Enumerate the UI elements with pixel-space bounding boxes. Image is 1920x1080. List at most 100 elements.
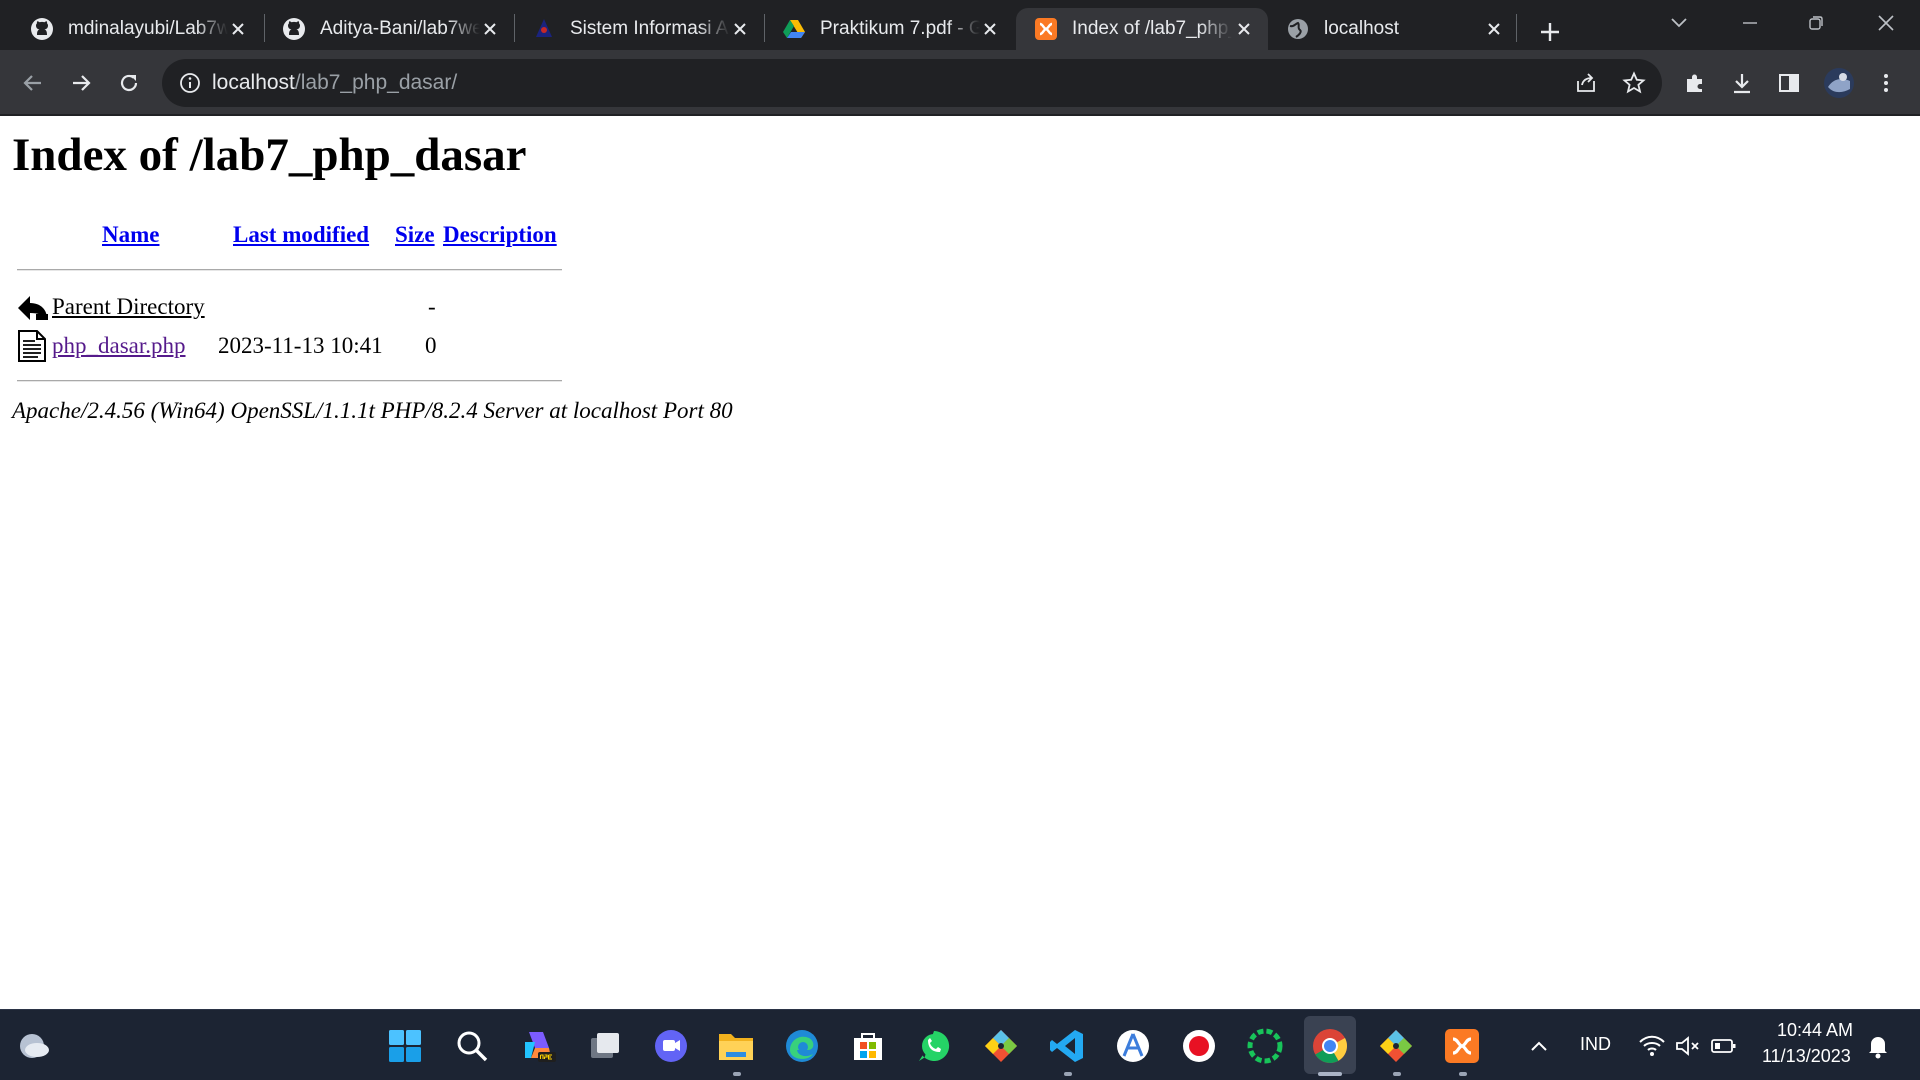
campus-logo-icon bbox=[532, 17, 556, 41]
row-size: - bbox=[428, 294, 436, 319]
profile-avatar[interactable] bbox=[1821, 65, 1857, 101]
start-icon[interactable] bbox=[385, 1026, 425, 1066]
close-icon[interactable] bbox=[1484, 19, 1504, 39]
tab-github-lab7web[interactable]: mdinalayubi/Lab7web bbox=[12, 8, 262, 50]
minimize-button[interactable] bbox=[1730, 8, 1770, 38]
weather-icon[interactable] bbox=[14, 1026, 54, 1066]
close-icon[interactable] bbox=[480, 19, 500, 39]
running-indicator bbox=[1459, 1072, 1467, 1076]
url-host: localhost bbox=[212, 71, 295, 94]
column-last-modified-link[interactable]: Last modified bbox=[233, 222, 369, 248]
downloads-button[interactable] bbox=[1724, 65, 1760, 101]
running-indicator bbox=[733, 1072, 741, 1076]
back-button[interactable] bbox=[15, 65, 51, 101]
chevron-up-icon bbox=[1531, 1041, 1547, 1051]
tab-index-of-lab7[interactable]: Index of /lab7_php_dasar bbox=[1016, 8, 1268, 50]
whatsapp-icon[interactable] bbox=[914, 1026, 954, 1066]
notification-bell-icon[interactable] bbox=[1858, 1026, 1898, 1066]
google-drive-icon bbox=[782, 17, 806, 41]
share-icon[interactable] bbox=[1572, 69, 1600, 97]
close-icon[interactable] bbox=[228, 19, 248, 39]
loading-app-icon[interactable] bbox=[1245, 1026, 1285, 1066]
close-icon[interactable] bbox=[980, 19, 1000, 39]
more-vertical-icon bbox=[1884, 74, 1888, 92]
microsoft-store-icon[interactable] bbox=[848, 1026, 888, 1066]
column-description-link[interactable]: Description bbox=[443, 222, 557, 248]
tab-title: Sistem Informasi Akademik bbox=[570, 18, 730, 39]
search-icon[interactable] bbox=[452, 1026, 492, 1066]
volume-muted-icon[interactable] bbox=[1668, 1026, 1708, 1066]
copilot-icon[interactable] bbox=[519, 1026, 559, 1066]
battery-icon[interactable] bbox=[1704, 1026, 1744, 1066]
new-tab-button[interactable] bbox=[1530, 12, 1570, 52]
forward-button[interactable] bbox=[63, 65, 99, 101]
chevron-down-icon bbox=[1671, 18, 1687, 28]
tab-search-button[interactable] bbox=[1664, 8, 1694, 38]
github-icon bbox=[282, 17, 306, 41]
task-view-icon[interactable] bbox=[585, 1026, 625, 1066]
clock-time[interactable]: 10:44 AM bbox=[1777, 1020, 1853, 1041]
bookmark-star-icon[interactable] bbox=[1620, 69, 1648, 97]
tab-google-drive[interactable]: Praktikum 7.pdf - Google Drive bbox=[764, 8, 1014, 50]
screen-recorder-icon[interactable] bbox=[1179, 1026, 1219, 1066]
running-indicator bbox=[1064, 1072, 1072, 1076]
tab-sistem-informasi[interactable]: Sistem Informasi Akademik bbox=[514, 8, 764, 50]
address-bar[interactable]: localhost/lab7_php_dasar/ bbox=[162, 59, 1662, 107]
running-indicator bbox=[1393, 1072, 1401, 1076]
teams-chat-icon[interactable] bbox=[651, 1026, 691, 1066]
page-title: Index of /lab7_php_dasar bbox=[12, 129, 527, 181]
restore-button[interactable] bbox=[1796, 8, 1836, 38]
restore-icon bbox=[1809, 16, 1823, 30]
side-panel-button[interactable] bbox=[1771, 65, 1807, 101]
input-language[interactable]: IND bbox=[1580, 1034, 1611, 1055]
reload-icon bbox=[120, 74, 138, 92]
show-hidden-icons-button[interactable] bbox=[1519, 1026, 1559, 1066]
clock-date[interactable]: 11/13/2023 bbox=[1762, 1046, 1851, 1067]
taskbar: IND 10:44 AM 11/13/2023 bbox=[0, 1009, 1920, 1080]
side-panel-icon bbox=[1779, 74, 1799, 92]
divider bbox=[17, 269, 562, 271]
chrome-icon[interactable] bbox=[1310, 1026, 1350, 1066]
reload-button[interactable] bbox=[111, 65, 147, 101]
tab-github-aditya[interactable]: Aditya-Bani/lab7web bbox=[264, 8, 514, 50]
menu-button[interactable] bbox=[1868, 65, 1904, 101]
arrow-right-icon bbox=[73, 75, 91, 91]
git-gui-icon[interactable] bbox=[1376, 1026, 1416, 1066]
android-studio-icon[interactable] bbox=[1113, 1026, 1153, 1066]
column-size-link[interactable]: Size bbox=[395, 222, 435, 248]
extensions-button[interactable] bbox=[1677, 65, 1713, 101]
wifi-icon[interactable] bbox=[1632, 1026, 1672, 1066]
close-window-button[interactable] bbox=[1866, 8, 1906, 38]
github-icon bbox=[30, 17, 54, 41]
avatar-icon bbox=[1824, 68, 1854, 98]
tab-strip: mdinalayubi/Lab7web Aditya-Bani/lab7web … bbox=[0, 0, 1920, 50]
tab-title: localhost bbox=[1324, 18, 1399, 39]
browser-toolbar: localhost/lab7_php_dasar/ bbox=[0, 50, 1920, 115]
tab-title: Index of /lab7_php_dasar bbox=[1072, 18, 1232, 39]
tab-separator bbox=[1516, 14, 1517, 42]
column-name-link[interactable]: Name bbox=[102, 222, 159, 248]
edge-icon[interactable] bbox=[782, 1026, 822, 1066]
url-text[interactable]: localhost/lab7_php_dasar/ bbox=[212, 71, 457, 95]
close-icon[interactable] bbox=[730, 19, 750, 39]
tab-title: mdinalayubi/Lab7web bbox=[68, 18, 228, 39]
divider bbox=[17, 380, 562, 382]
tab-title: Praktikum 7.pdf - Google Drive bbox=[820, 18, 980, 39]
download-icon bbox=[1734, 74, 1750, 94]
plus-icon bbox=[1541, 23, 1559, 41]
xampp-icon[interactable] bbox=[1442, 1026, 1482, 1066]
arrow-left-icon bbox=[23, 75, 41, 91]
text-file-icon bbox=[18, 330, 46, 362]
url-path: /lab7_php_dasar/ bbox=[294, 71, 458, 94]
page-content: Index of /lab7_php_dasar Name Last modif… bbox=[0, 116, 1920, 1009]
vscode-icon[interactable] bbox=[1047, 1026, 1087, 1066]
info-icon[interactable] bbox=[176, 69, 204, 97]
globe-icon bbox=[1286, 17, 1310, 41]
parent-directory-link[interactable]: Parent Directory bbox=[52, 294, 205, 320]
git-icon[interactable] bbox=[981, 1026, 1021, 1066]
tab-localhost[interactable]: localhost bbox=[1268, 8, 1518, 50]
file-link-php-dasar[interactable]: php_dasar.php bbox=[52, 333, 186, 359]
file-explorer-icon[interactable] bbox=[716, 1026, 756, 1066]
row-last-modified: 2023-11-13 10:41 bbox=[218, 333, 383, 358]
close-icon[interactable] bbox=[1234, 19, 1254, 39]
